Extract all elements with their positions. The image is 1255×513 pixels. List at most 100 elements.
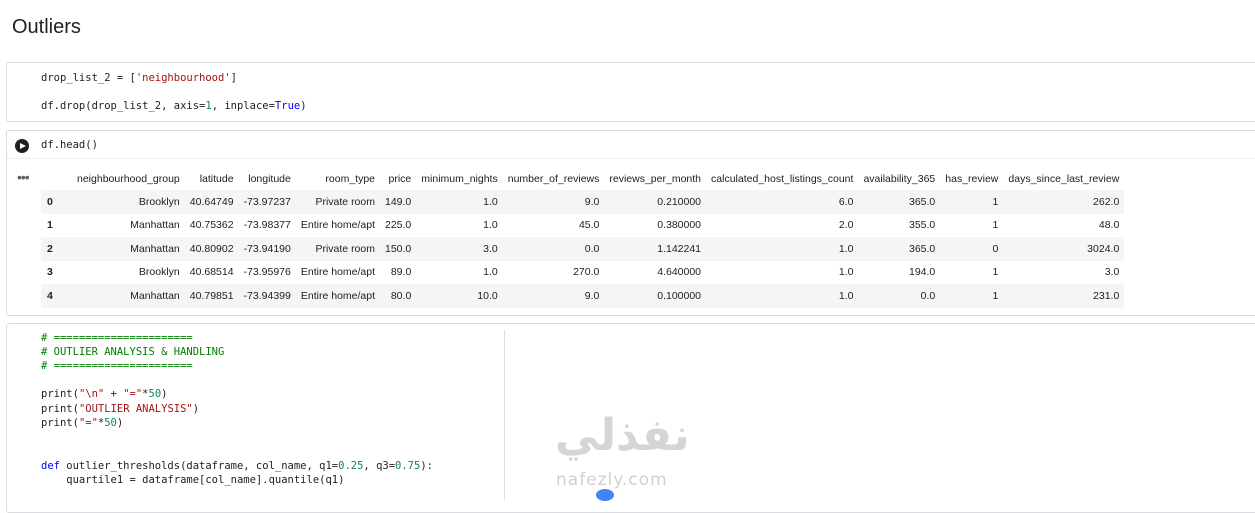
column-header: longitude (248, 172, 291, 185)
code-cell-drop[interactable]: drop_list_2 = ['neighbourhood'] df.drop(… (6, 62, 1255, 122)
table-cell: 0.380000 (657, 219, 702, 232)
code-token: print( (41, 417, 79, 429)
table-cell: Brooklyn (138, 266, 180, 279)
column-header: minimum_nights (421, 172, 498, 185)
code-line-drop-call[interactable]: df.drop(drop_list_2, axis=1, inplace=Tru… (41, 100, 307, 112)
table-cell: 1 (992, 289, 999, 302)
row-index: 4 (47, 289, 53, 302)
row-index: 1 (47, 219, 53, 232)
code-string: 'neighbourhood' (135, 72, 231, 84)
table-header-row: neighbourhood_group latitude longitude room… (41, 167, 1124, 190)
table-cell: 0.0 (920, 289, 936, 302)
code-token: ) (116, 417, 124, 429)
table-cell: Entire home/apt (300, 289, 375, 302)
table-cell: 45.0 (578, 219, 600, 232)
table-cell: 270.0 (573, 266, 600, 279)
code-token: ) (192, 403, 200, 415)
code-token: ) (300, 100, 307, 112)
table-cell: 150.0 (385, 242, 412, 255)
column-header: neighbourhood_group (77, 172, 180, 185)
watermark-url: nafezly.com (556, 470, 668, 490)
code-line-quartile[interactable]: quartile1 = dataframe[col_name].quantile… (41, 474, 344, 486)
code-token: ) (161, 388, 168, 400)
table-cell: 149.0 (385, 195, 412, 208)
table-cell: Manhattan (130, 289, 180, 302)
code-comment: # ====================== (41, 360, 193, 372)
table-cell: 6.0 (838, 195, 854, 208)
table-cell: 1 (992, 219, 999, 232)
table-cell: 1.0 (838, 289, 854, 302)
table-cell: 1.0 (838, 242, 854, 255)
code-token: outlier_thresholds(dataframe, col_name, … (59, 460, 339, 472)
code-token: print( (41, 388, 79, 400)
code-number: 0.25 (338, 460, 364, 472)
code-string: "OUTLIER ANALYSIS" (78, 403, 193, 415)
table-cell: Private room (315, 195, 375, 208)
table-cell: Brooklyn (138, 195, 180, 208)
scroll-indicator (596, 489, 614, 501)
table-cell: 1.0 (483, 219, 498, 232)
table-cell: 0 (992, 242, 999, 255)
code-token: print( (41, 403, 79, 415)
table-row: 4 Manhattan 40.79851 -73.94399 Entire home/a… (41, 284, 1125, 308)
output-menu-icon[interactable]: ••• (17, 169, 30, 185)
table-cell: 48.0 (1098, 219, 1120, 232)
table-cell: 365.0 (908, 195, 936, 208)
editor-divider (504, 330, 505, 500)
table-cell: Entire home/apt (300, 266, 375, 279)
code-number: 50 (104, 417, 117, 429)
code-cell-head[interactable]: df.head() ••• neighbourhood_group latitud… (6, 130, 1255, 316)
table-cell: 1.0 (483, 195, 498, 208)
column-header: latitude (199, 172, 234, 185)
watermark-logo: نفذلي (555, 410, 690, 461)
table-cell: 40.68514 (189, 266, 234, 279)
table-cell: 231.0 (1093, 289, 1120, 302)
table-cell: 365.0 (908, 242, 936, 255)
row-index: 3 (47, 266, 53, 279)
code-line-print[interactable]: print("\n" + "="*50) (41, 388, 167, 400)
table-cell: 40.75362 (189, 219, 234, 232)
table-cell: 2.0 (838, 219, 854, 232)
table-cell: Private room (315, 242, 375, 255)
column-header: days_since_last_review (1008, 172, 1120, 185)
column-header: number_of_reviews (507, 172, 600, 185)
code-number: 50 (148, 388, 162, 400)
table-cell: 3.0 (483, 242, 498, 255)
code-string: "\n" (78, 388, 105, 400)
column-header: room_type (325, 172, 375, 185)
output-divider (7, 158, 1255, 159)
table-cell: 1.0 (483, 266, 498, 279)
table-cell: 0.100000 (657, 289, 702, 302)
code-line-print[interactable]: print("OUTLIER ANALYSIS") (41, 403, 199, 415)
column-header: has_review (945, 172, 999, 185)
code-line-print[interactable]: print("="*50) (41, 417, 123, 429)
table-cell: -73.97237 (243, 195, 291, 208)
table-cell: 80.0 (390, 289, 412, 302)
code-keyword: def (41, 460, 60, 472)
code-token: + (104, 388, 124, 400)
table-cell: 1 (992, 266, 999, 279)
table-cell: Entire home/apt (300, 219, 375, 232)
table-cell: 225.0 (385, 219, 412, 232)
code-token: ] (230, 72, 237, 84)
table-cell: Manhattan (130, 242, 180, 255)
table-cell: Manhattan (130, 219, 180, 232)
column-header (41, 167, 72, 190)
table-cell: 262.0 (1093, 195, 1120, 208)
code-token: , q3= (363, 460, 396, 472)
table-cell: 0.210000 (657, 195, 702, 208)
code-line-head[interactable]: df.head() (41, 139, 98, 151)
run-cell-icon[interactable] (15, 139, 29, 153)
code-token: ): (420, 460, 433, 472)
table-cell: -73.94399 (243, 289, 291, 302)
table-cell: -73.94190 (243, 242, 291, 255)
table-row: 3 Brooklyn 40.68514 -73.95976 Entire home/ap… (41, 261, 1124, 285)
code-line-def[interactable]: def outlier_thresholds(dataframe, col_na… (41, 460, 433, 472)
column-header: reviews_per_month (609, 172, 702, 185)
code-line-drop-list[interactable]: drop_list_2 = ['neighbourhood'] (41, 72, 237, 84)
table-cell: 4.640000 (657, 266, 702, 279)
code-token: drop_list_2 = [ (41, 72, 136, 84)
table-cell: 1 (992, 195, 999, 208)
column-header: availability_365 (863, 172, 936, 185)
row-index: 0 (47, 195, 53, 208)
